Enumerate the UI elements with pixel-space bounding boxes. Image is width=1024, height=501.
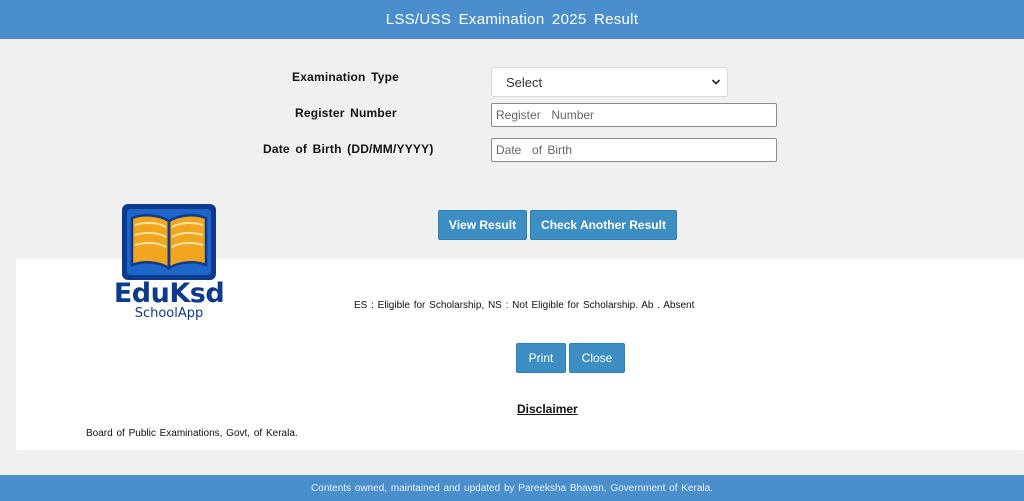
exam-type-select[interactable]: Select (491, 67, 728, 97)
logo-name: EduKsd (113, 278, 225, 309)
dob-label: Date of Birth (DD/MM/YYYY) (263, 142, 434, 156)
page-footer: Contents owned, maintained and updated b… (0, 475, 1024, 501)
dob-input[interactable] (491, 138, 777, 162)
check-another-result-button[interactable]: Check Another Result (530, 210, 677, 240)
exam-type-selected-value: Select (506, 74, 543, 90)
eduksd-logo: EduKsd SchoolApp (110, 203, 228, 325)
register-number-input[interactable] (491, 103, 777, 127)
disclaimer-heading: Disclaimer (517, 402, 578, 416)
view-result-button[interactable]: View Result (438, 210, 527, 240)
page-title: LSS/USS Examination 2025 Result (385, 11, 639, 28)
print-button[interactable]: Print (516, 343, 566, 373)
register-number-label: Register Number (295, 106, 397, 120)
board-credit: Board of Public Examinations, Govt, of K… (86, 428, 298, 439)
footer-text: Contents owned, maintained and updated b… (311, 482, 713, 494)
page-header: LSS/USS Examination 2025 Result (0, 0, 1024, 39)
scholarship-legend: ES : Eligible for Scholarship, NS : Not … (354, 300, 695, 311)
book-icon (122, 204, 216, 280)
logo-subtitle: SchoolApp (134, 306, 204, 321)
chevron-down-icon (711, 79, 721, 85)
close-button[interactable]: Close (569, 343, 625, 373)
exam-type-label: Examination Type (292, 70, 400, 84)
